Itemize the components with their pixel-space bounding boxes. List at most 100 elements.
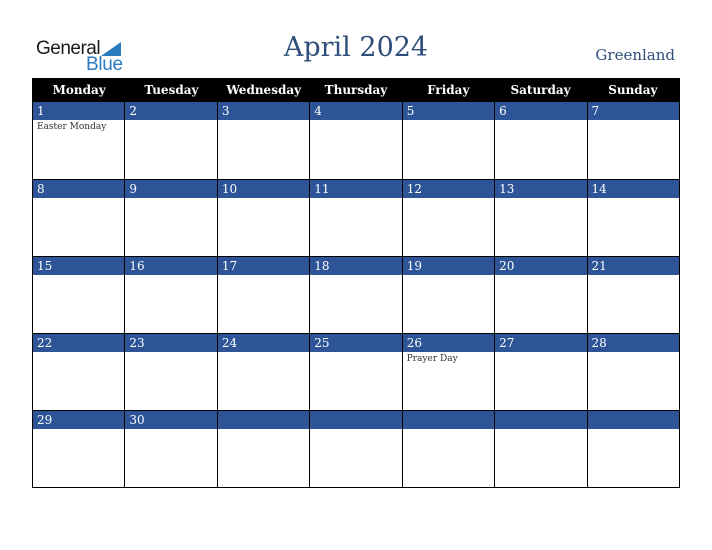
weekday-header: Monday Tuesday Wednesday Thursday Friday…: [33, 79, 679, 102]
day-cell[interactable]: 18: [309, 257, 402, 333]
day-number: 10: [217, 180, 310, 198]
day-cell[interactable]: 6: [494, 102, 587, 179]
day-cell[interactable]: 21: [586, 257, 679, 333]
holiday-label: [218, 352, 309, 354]
holiday-label: [588, 120, 679, 122]
day-cell[interactable]: [401, 411, 495, 487]
day-cell[interactable]: [309, 411, 402, 487]
day-cell[interactable]: 15: [33, 257, 125, 333]
day-cell[interactable]: 24: [216, 334, 310, 410]
weekday-saturday: Saturday: [510, 83, 571, 97]
day-number: 8: [33, 180, 125, 198]
day-cell[interactable]: 9: [124, 180, 217, 256]
holiday-label: [310, 120, 401, 122]
holiday-label: [125, 352, 216, 354]
day-cell[interactable]: 8: [33, 180, 125, 256]
day-cell[interactable]: 29: [33, 411, 125, 487]
week-row: 8 9 10 11 12 13 14: [33, 179, 679, 256]
day-cell[interactable]: 22: [33, 334, 125, 410]
day-cell[interactable]: 2: [124, 102, 217, 179]
holiday-label: [125, 198, 216, 200]
day-cell[interactable]: 4: [309, 102, 402, 179]
day-cell[interactable]: 20: [494, 257, 587, 333]
day-number: 16: [125, 257, 217, 275]
day-cell[interactable]: 11: [309, 180, 402, 256]
day-number: 1: [33, 102, 125, 120]
day-cell[interactable]: 1 Easter Monday: [33, 102, 125, 179]
day-number: [310, 411, 402, 429]
country-label: Greenland: [595, 46, 675, 64]
holiday-label: [495, 352, 586, 354]
day-number: 25: [310, 334, 402, 352]
day-cell[interactable]: 30: [124, 411, 217, 487]
holiday-label: [218, 120, 309, 122]
day-cell[interactable]: 10: [216, 180, 310, 256]
day-number: 28: [587, 334, 679, 352]
day-number: 26: [402, 334, 495, 352]
holiday-label: [125, 120, 216, 122]
day-number: 15: [33, 257, 125, 275]
day-cell[interactable]: [586, 411, 679, 487]
week-row: 15 16 17 18 19 20 21: [33, 256, 679, 333]
day-number: 23: [125, 334, 217, 352]
day-number: [587, 411, 679, 429]
day-cell[interactable]: 12: [401, 180, 495, 256]
day-cell[interactable]: 27: [494, 334, 587, 410]
holiday-label: [495, 275, 586, 277]
day-cell[interactable]: 14: [586, 180, 679, 256]
holiday-label: [33, 429, 124, 431]
day-number: 4: [310, 102, 402, 120]
day-cell[interactable]: [216, 411, 310, 487]
day-cell[interactable]: 13: [494, 180, 587, 256]
weekday-tuesday: Tuesday: [144, 83, 199, 97]
week-row: 1 Easter Monday 2 3 4 5 6 7: [33, 102, 679, 179]
holiday-label: [218, 198, 309, 200]
day-number: 6: [495, 102, 587, 120]
holiday-label: [588, 352, 679, 354]
day-cell[interactable]: 16: [124, 257, 217, 333]
day-number: [495, 411, 587, 429]
day-cell[interactable]: [494, 411, 587, 487]
day-number: 9: [125, 180, 217, 198]
day-number: 13: [495, 180, 587, 198]
day-number: 12: [402, 180, 495, 198]
holiday-label: [310, 352, 401, 354]
day-number: 14: [587, 180, 679, 198]
holiday-label: Prayer Day: [406, 354, 458, 364]
day-number: 19: [402, 257, 495, 275]
day-number: 21: [587, 257, 679, 275]
holiday-label: [218, 429, 309, 431]
holiday-label: [403, 120, 494, 122]
day-cell[interactable]: 25: [309, 334, 402, 410]
day-cell[interactable]: 28: [586, 334, 679, 410]
calendar-grid: Monday Tuesday Wednesday Thursday Friday…: [32, 78, 680, 488]
day-number: [402, 411, 495, 429]
holiday-label: Easter Monday: [37, 122, 107, 132]
day-cell[interactable]: 7: [586, 102, 679, 179]
holiday-label: [588, 198, 679, 200]
holiday-label: [588, 275, 679, 277]
day-number: 24: [217, 334, 310, 352]
day-number: 30: [125, 411, 217, 429]
day-cell[interactable]: 19: [401, 257, 495, 333]
weekday-wednesday: Wednesday: [226, 83, 302, 97]
day-cell[interactable]: 17: [216, 257, 310, 333]
holiday-label: [310, 429, 401, 431]
holiday-label: [125, 275, 216, 277]
weekday-sunday: Sunday: [608, 83, 658, 97]
holiday-label: [403, 275, 494, 277]
day-cell[interactable]: 23: [124, 334, 217, 410]
week-row: 22 23 24 25 26 Prayer Day 27 28: [33, 333, 679, 410]
day-number: 20: [495, 257, 587, 275]
day-number: 29: [33, 411, 125, 429]
day-cell[interactable]: 5: [401, 102, 495, 179]
day-number: 2: [125, 102, 217, 120]
week-row: 29 30: [33, 410, 679, 487]
day-cell[interactable]: 3: [216, 102, 310, 179]
holiday-label: [33, 275, 124, 277]
day-number: 5: [402, 102, 495, 120]
weekday-monday: Monday: [52, 83, 106, 97]
day-number: [217, 411, 310, 429]
holiday-label: [33, 352, 124, 354]
day-cell[interactable]: 26 Prayer Day: [401, 334, 495, 410]
